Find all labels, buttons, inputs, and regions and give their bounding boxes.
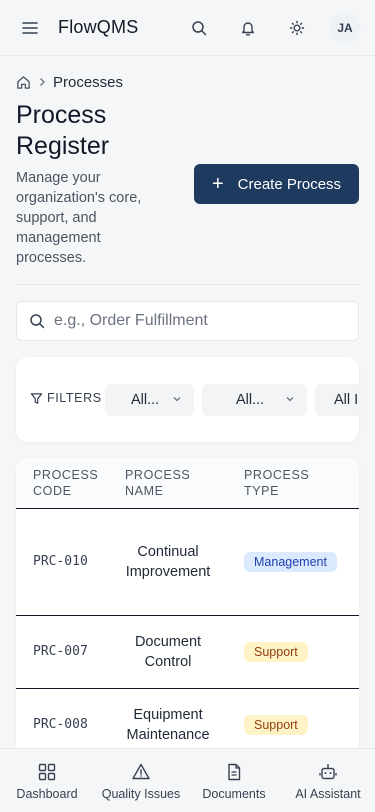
filter-select-2[interactable]: All...: [202, 384, 307, 416]
process-name: Equipment Maintenance: [126, 707, 210, 743]
nav-ai-assistant[interactable]: AI Assistant: [290, 749, 366, 812]
filter-select-value: All...: [131, 392, 160, 408]
create-process-label: Create Process: [237, 175, 342, 193]
document-icon: [228, 763, 241, 781]
table-row[interactable]: PRC-007 Document Control Support: [16, 616, 359, 689]
nav-documents[interactable]: Documents: [199, 749, 269, 812]
column-header-name[interactable]: PROCESS NAME: [125, 467, 205, 499]
home-icon[interactable]: [16, 75, 31, 90]
create-process-button[interactable]: + Create Process: [194, 164, 359, 204]
app-brand[interactable]: FlowQMS: [58, 17, 138, 38]
process-name: Document Control: [134, 634, 202, 670]
nav-label: Documents: [202, 787, 266, 801]
bottom-navigation: Dashboard Quality Issues Documents AI As…: [0, 748, 375, 812]
user-avatar[interactable]: JA: [329, 11, 361, 44]
search-button[interactable]: [183, 12, 215, 44]
table-row[interactable]: PRC-010 Continual Improvement Management: [16, 509, 359, 616]
plus-icon: +: [211, 173, 224, 195]
search-icon: [30, 314, 45, 329]
nav-dashboard[interactable]: Dashboard: [13, 749, 81, 812]
nav-label: Dashboard: [16, 787, 78, 801]
nav-quality-issues[interactable]: Quality Issues: [99, 749, 183, 812]
process-code: PRC-007: [33, 644, 88, 659]
process-code: PRC-008: [33, 717, 88, 732]
search-box[interactable]: [16, 301, 359, 341]
sun-icon: [289, 20, 305, 35]
process-type-badge: Support: [244, 642, 308, 662]
hamburger-icon: [22, 21, 38, 34]
filters-panel: FILTERS All... All... All ISO: [16, 357, 359, 442]
process-type-badge: Support: [244, 715, 308, 735]
chevron-down-icon: [286, 397, 294, 402]
filter-select-1[interactable]: All...: [105, 384, 194, 416]
table-header: PROCESS CODE PROCESS NAME PROCESS TYPE: [16, 458, 359, 509]
nav-label: AI Assistant: [295, 787, 361, 801]
chevron-right-icon: [37, 77, 47, 87]
warning-triangle-icon: [132, 763, 150, 780]
notifications-button[interactable]: [232, 12, 264, 44]
divider: [16, 284, 359, 285]
hamburger-menu-button[interactable]: [14, 12, 46, 44]
filter-select-value: All...: [236, 392, 265, 408]
filters-label: FILTERS: [30, 391, 102, 405]
process-type-badge: Management: [244, 552, 337, 572]
search-input[interactable]: [54, 312, 344, 330]
dashboard-grid-icon: [38, 763, 56, 781]
filter-icon: [30, 392, 43, 404]
nav-label: Quality Issues: [101, 787, 181, 801]
filter-select-iso[interactable]: All ISO: [315, 384, 359, 416]
page-title: Process Register: [16, 101, 110, 160]
breadcrumb-current: Processes: [53, 73, 124, 91]
breadcrumb: Processes: [16, 72, 123, 92]
search-icon: [192, 20, 207, 35]
theme-toggle-button[interactable]: [281, 12, 313, 44]
process-code: PRC-010: [33, 554, 88, 569]
chevron-down-icon: [173, 397, 181, 402]
robot-icon: [319, 764, 337, 780]
top-app-bar: FlowQMS JA: [0, 0, 375, 56]
column-header-code[interactable]: PROCESS CODE: [33, 467, 113, 499]
process-name: Continual Improvement: [125, 544, 211, 580]
filters-label-text: FILTERS: [47, 391, 102, 405]
column-header-type[interactable]: PROCESS TYPE: [244, 467, 324, 499]
filter-select-value: All ISO: [334, 392, 359, 408]
page-description: Manage your organization's core, support…: [16, 170, 142, 266]
process-table: PROCESS CODE PROCESS NAME PROCESS TYPE P…: [16, 458, 359, 758]
bell-icon: [242, 21, 254, 36]
